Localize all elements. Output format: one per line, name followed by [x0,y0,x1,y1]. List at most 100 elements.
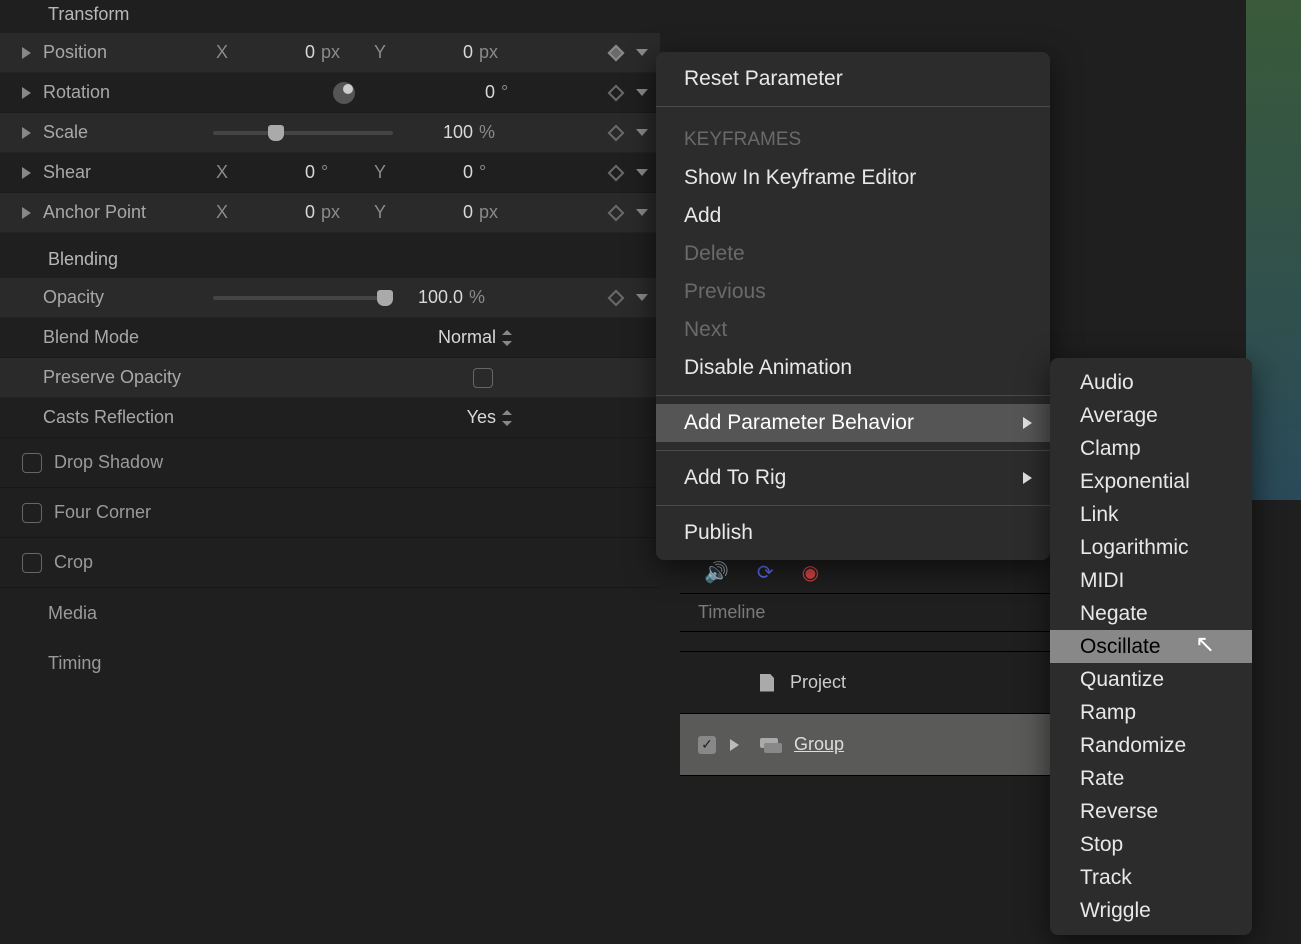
disclosure-icon[interactable] [22,167,31,179]
preserve-opacity-label: Preserve Opacity [43,367,303,388]
param-menu-chevron-icon[interactable] [636,129,648,136]
loop-icon[interactable]: ⟳ [757,560,774,585]
behavior-quantize-item[interactable]: Quantize [1050,663,1252,696]
param-menu-chevron-icon[interactable] [636,89,648,96]
scale-value[interactable]: 100 [413,122,473,143]
param-menu-chevron-icon[interactable] [636,49,648,56]
drop-shadow-checkbox[interactable] [22,453,42,473]
param-menu-chevron-icon[interactable] [636,294,648,301]
behavior-stop-item[interactable]: Stop [1050,828,1252,861]
menu-separator [656,106,1050,107]
x-unit: px [321,42,351,63]
disclosure-icon[interactable] [22,87,31,99]
behavior-oscillate-item[interactable]: Oscillate [1050,630,1252,663]
opacity-row[interactable]: Opacity 100.0 % [0,278,660,318]
blending-header: Blending [0,245,660,278]
disclosure-icon[interactable] [730,739,739,751]
group-label: Group [794,734,844,755]
position-y-value[interactable]: 0 [413,42,473,63]
preserve-opacity-row[interactable]: Preserve Opacity [0,358,660,398]
anchor-point-row[interactable]: Anchor Point X 0 px Y 0 px [0,193,660,233]
rotation-row[interactable]: Rotation 0 ° [0,73,660,113]
y-unit: px [479,202,509,223]
updown-icon [502,410,512,426]
crop-row[interactable]: Crop [0,538,660,588]
keyframe-diamond-icon[interactable] [608,204,625,221]
media-row[interactable]: Media [0,588,660,638]
rotation-dial[interactable] [333,82,355,104]
position-row[interactable]: Position X 0 px Y 0 px [0,33,660,73]
behavior-link-item[interactable]: Link [1050,498,1252,531]
scale-row[interactable]: Scale 100 % [0,113,660,153]
add-to-rig-item[interactable]: Add To Rig [656,459,1050,497]
param-menu-chevron-icon[interactable] [636,209,648,216]
x-unit: px [321,202,351,223]
behavior-reverse-item[interactable]: Reverse [1050,795,1252,828]
behavior-average-item[interactable]: Average [1050,399,1252,432]
crop-checkbox[interactable] [22,553,42,573]
scale-slider[interactable] [213,131,393,135]
param-menu-chevron-icon[interactable] [636,169,648,176]
submenu-arrow-icon [1023,417,1032,429]
anchor-label: Anchor Point [43,202,193,223]
position-x-value[interactable]: 0 [255,42,315,63]
x-axis-label: X [213,42,231,63]
opacity-slider[interactable] [213,296,393,300]
opacity-label: Opacity [43,287,193,308]
behavior-rate-item[interactable]: Rate [1050,762,1252,795]
keyframe-diamond-icon[interactable] [608,124,625,141]
keyframe-diamond-icon[interactable] [608,164,625,181]
disclosure-icon[interactable] [22,207,31,219]
x-unit: ° [321,162,351,183]
x-axis-label: X [213,202,231,223]
keyframe-diamond-icon[interactable] [608,289,625,306]
reset-parameter-item[interactable]: Reset Parameter [656,60,1050,98]
slider-thumb-icon[interactable] [377,290,393,306]
blend-mode-row[interactable]: Blend Mode Normal [0,318,660,358]
inspector-panel: Transform Position X 0 px Y 0 px Rotatio… [0,0,660,688]
group-visibility-checkbox[interactable]: ✓ [698,736,716,754]
slider-thumb-icon[interactable] [268,125,284,141]
blend-mode-dropdown[interactable]: Normal [438,327,512,348]
parameter-context-menu: Reset Parameter KEYFRAMES Show In Keyfra… [656,52,1050,560]
scale-label: Scale [43,122,193,143]
shear-x-value[interactable]: 0 [255,162,315,183]
keyframe-diamond-icon[interactable] [608,84,625,101]
anchor-x-value[interactable]: 0 [255,202,315,223]
add-keyframe-item[interactable]: Add [656,197,1050,235]
shear-row[interactable]: Shear X 0 ° Y 0 ° [0,153,660,193]
add-parameter-behavior-item[interactable]: Add Parameter Behavior [656,404,1050,442]
audio-icon[interactable]: 🔊 [704,560,729,585]
cursor-icon: ↖ [1195,630,1215,659]
disable-animation-item[interactable]: Disable Animation [656,349,1050,387]
behavior-midi-item[interactable]: MIDI [1050,564,1252,597]
behavior-track-item[interactable]: Track [1050,861,1252,894]
disclosure-icon[interactable] [22,127,31,139]
behavior-wriggle-item[interactable]: Wriggle [1050,894,1252,927]
anchor-y-value[interactable]: 0 [413,202,473,223]
behavior-negate-item[interactable]: Negate [1050,597,1252,630]
shear-y-value[interactable]: 0 [413,162,473,183]
behavior-logarithmic-item[interactable]: Logarithmic [1050,531,1252,564]
behavior-randomize-item[interactable]: Randomize [1050,729,1252,762]
behavior-exponential-item[interactable]: Exponential [1050,465,1252,498]
behavior-ramp-item[interactable]: Ramp [1050,696,1252,729]
behavior-clamp-item[interactable]: Clamp [1050,432,1252,465]
rotation-value[interactable]: 0 [435,82,495,103]
keyframe-diamond-icon[interactable] [608,44,625,61]
casts-reflection-dropdown[interactable]: Yes [467,407,512,428]
transform-header: Transform [0,0,660,33]
casts-reflection-row[interactable]: Casts Reflection Yes [0,398,660,438]
behavior-audio-item[interactable]: Audio [1050,366,1252,399]
disclosure-icon[interactable] [22,47,31,59]
four-corner-row[interactable]: Four Corner [0,488,660,538]
blend-mode-label: Blend Mode [43,327,193,348]
timing-row[interactable]: Timing [0,638,660,688]
show-in-keyframe-editor-item[interactable]: Show In Keyframe Editor [656,159,1050,197]
preserve-opacity-checkbox[interactable] [473,368,493,388]
publish-item[interactable]: Publish [656,514,1050,552]
four-corner-checkbox[interactable] [22,503,42,523]
record-icon[interactable]: ◉ [802,560,819,585]
drop-shadow-row[interactable]: Drop Shadow [0,438,660,488]
opacity-value[interactable]: 100.0 [403,287,463,308]
